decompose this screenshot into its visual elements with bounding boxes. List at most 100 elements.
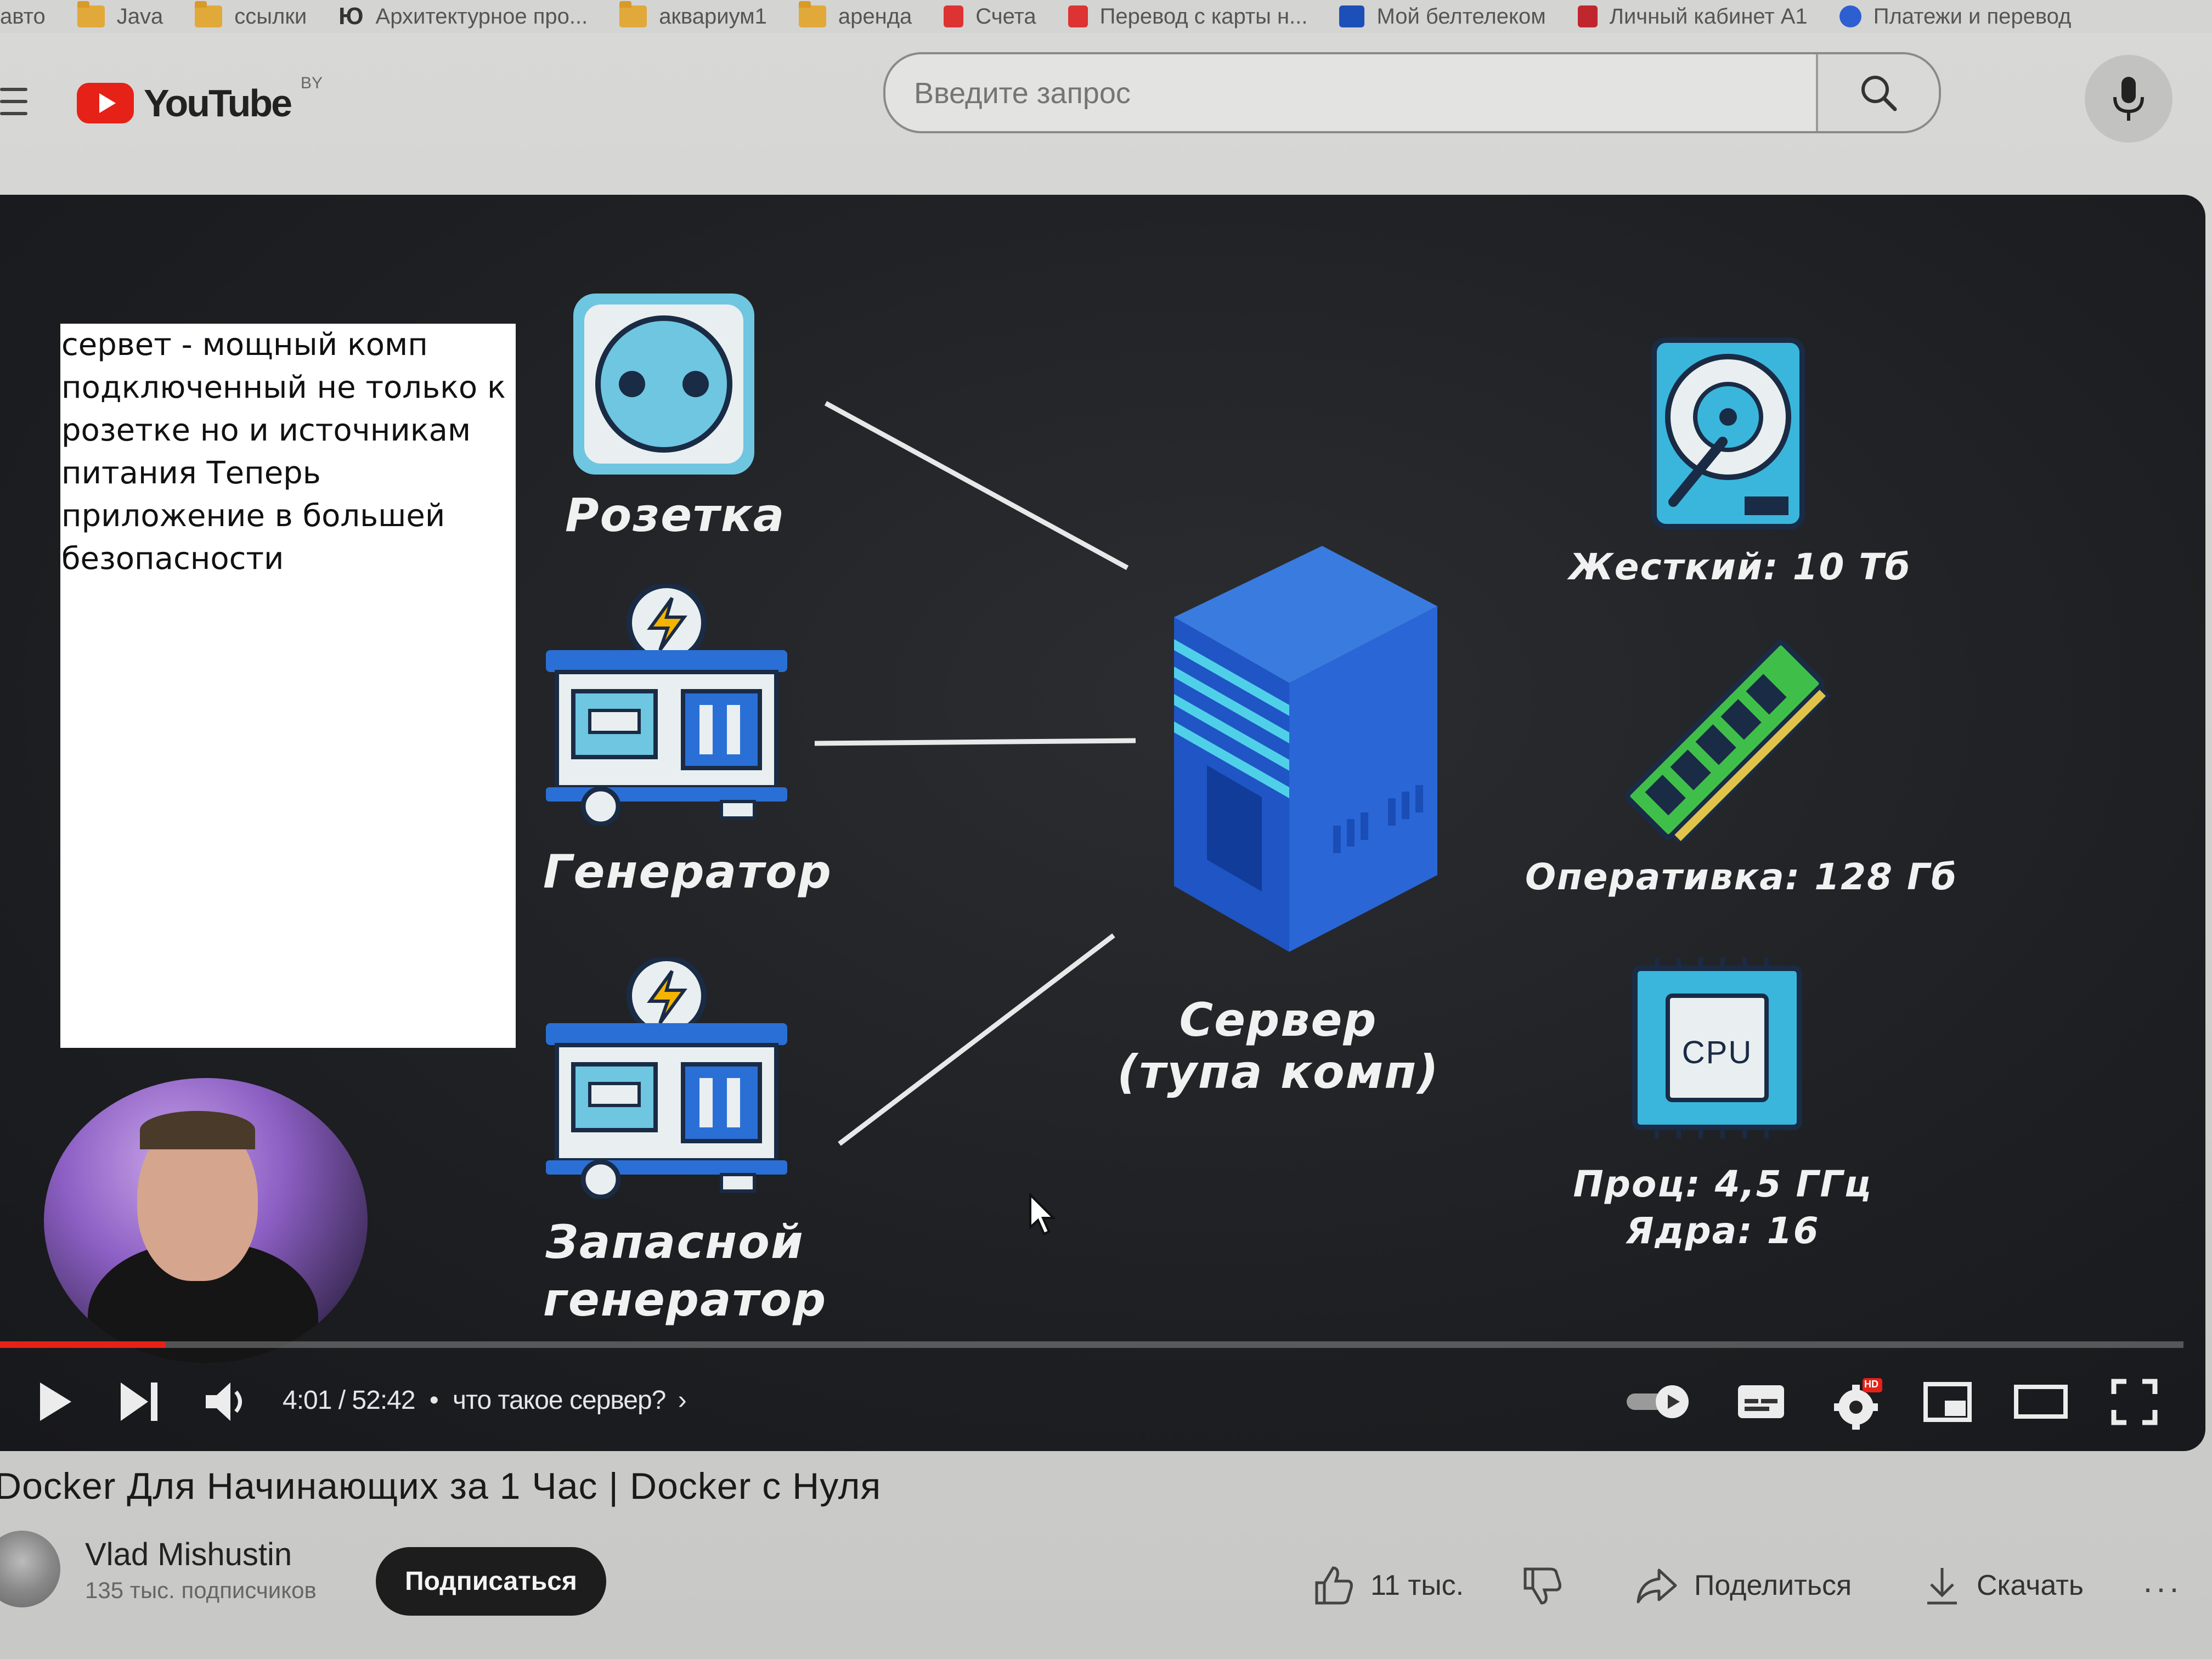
- backup-generator-label-line1: Запасной: [545, 1215, 804, 1269]
- channel-avatar[interactable]: [0, 1531, 60, 1607]
- bookmark-avto[interactable]: авто: [0, 4, 46, 29]
- a1-icon: [1577, 5, 1598, 27]
- download-icon: [1927, 1568, 1957, 1605]
- next-button[interactable]: [115, 1374, 165, 1429]
- progress-fill: [0, 1341, 166, 1348]
- bookmark-label: Архитектурное про...: [375, 4, 588, 29]
- menu-icon[interactable]: [0, 88, 27, 124]
- browser-page: авто Java ссылки Ю Архитектурное про... …: [0, 0, 2212, 1659]
- fullscreen-button[interactable]: [2107, 1374, 2162, 1429]
- bookmarks-bar: авто Java ссылки Ю Архитектурное про... …: [0, 0, 2212, 33]
- autoplay-toggle[interactable]: [1624, 1374, 1695, 1429]
- like-count: 11 тыс.: [1370, 1570, 1464, 1601]
- server-icon: [1174, 546, 1437, 952]
- search-button[interactable]: [1816, 54, 1939, 131]
- download-label: Скачать: [1977, 1570, 2084, 1601]
- pdf-icon: [944, 5, 964, 27]
- dislike-button[interactable]: [1520, 1553, 1564, 1618]
- cpu-label-line1: Проц: 4,5 ГГц: [1573, 1163, 1872, 1205]
- youtube-logo[interactable]: YouTube BY: [77, 74, 323, 125]
- more-actions-icon[interactable]: ···: [2142, 1569, 2182, 1607]
- search-box: [883, 52, 1941, 133]
- presenter-facecam: [44, 1078, 368, 1363]
- bookmark-ssylki[interactable]: ссылки: [195, 1, 307, 29]
- ram-memory-icon: [1624, 640, 1831, 842]
- bookmark-java[interactable]: Java: [77, 1, 163, 29]
- theater-mode-button[interactable]: [2011, 1374, 2071, 1429]
- bookmark-label: Личный кабинет A1: [1609, 4, 1808, 29]
- power-socket-icon: [573, 294, 754, 475]
- volume-icon: [206, 1383, 242, 1421]
- subscribe-button[interactable]: Подписаться: [376, 1547, 606, 1616]
- bookmark-label: Платежи и перевод: [1873, 4, 2072, 29]
- hd-badge: HD: [1864, 1379, 1878, 1390]
- bookmark-label: Счета: [975, 4, 1036, 29]
- bookmark-a1[interactable]: Личный кабинет A1: [1577, 4, 1808, 29]
- share-icon: [1637, 1568, 1677, 1604]
- bookmark-label: авто: [0, 4, 46, 29]
- bookmark-label: аквариум1: [659, 4, 767, 29]
- bookmark-architecture[interactable]: Ю Архитектурное про...: [338, 3, 588, 30]
- beltelecom-icon: [1339, 5, 1365, 27]
- play-icon: [40, 1383, 71, 1421]
- folder-icon: [619, 1, 647, 27]
- bookmark-scheta[interactable]: Счета: [944, 4, 1036, 29]
- subtitles-button[interactable]: [1734, 1374, 1788, 1429]
- channel-name[interactable]: Vlad Mishustin: [85, 1536, 292, 1573]
- bookmark-beltelecom[interactable]: Мой белтелеком: [1339, 4, 1546, 29]
- chevron-right-icon: ›: [678, 1386, 687, 1415]
- like-button[interactable]: 11 тыс.: [1311, 1553, 1464, 1618]
- bookmark-label: Перевод с карты н...: [1099, 4, 1308, 29]
- play-button[interactable]: [30, 1374, 80, 1429]
- video-player[interactable]: сервет - мощный комп подключенный не тол…: [0, 195, 2205, 1451]
- player-controls: 4:01 / 52:42 • что такое сервер? › HD: [0, 1374, 2205, 1440]
- bookmark-label: Java: [116, 4, 163, 29]
- ram-label: Оперативка: 128 Гб: [1525, 856, 1958, 898]
- server-label-line1: Сервер: [1179, 993, 1378, 1047]
- time-and-chapter[interactable]: 4:01 / 52:42 • что такое сервер? ›: [283, 1385, 687, 1415]
- progress-bar[interactable]: [0, 1341, 2183, 1348]
- time-display: 4:01 / 52:42: [283, 1386, 416, 1415]
- cpu-label-line2: Ядра: 16: [1626, 1210, 1820, 1252]
- folder-icon: [195, 1, 223, 27]
- subscriber-count: 135 тыс. подписчиков: [85, 1577, 317, 1603]
- yu-badge-icon: Ю: [338, 3, 364, 30]
- bookmark-payments[interactable]: Платежи и перевод: [1839, 4, 2072, 29]
- bookmark-aquarium[interactable]: аквариум1: [619, 1, 767, 29]
- fullscreen-icon: [2111, 1379, 2157, 1425]
- folder-icon: [77, 1, 105, 27]
- autoplay-toggle-icon: [1627, 1385, 1689, 1418]
- thumbs-up-icon: [1315, 1566, 1353, 1605]
- volume-button[interactable]: [200, 1374, 255, 1429]
- generator-icon: [546, 584, 787, 826]
- cpu-chip-text: CPU: [1681, 1035, 1753, 1070]
- chapter-title: что такое сервер?: [453, 1386, 666, 1415]
- search-icon: [1861, 76, 1897, 111]
- thumbs-down-icon: [1523, 1567, 1561, 1605]
- download-button[interactable]: Скачать: [1923, 1553, 2084, 1618]
- bookmark-label: аренда: [838, 4, 912, 29]
- settings-button[interactable]: HD: [1827, 1374, 1887, 1435]
- share-label: Поделиться: [1694, 1570, 1852, 1601]
- search-input[interactable]: [913, 54, 1683, 131]
- server-label-line2: (тупа комп): [1117, 1045, 1440, 1099]
- logo-region: BY: [301, 74, 323, 92]
- bookmark-perevod[interactable]: Перевод с карты н...: [1068, 4, 1308, 29]
- generator-label: Генератор: [543, 845, 832, 899]
- mouse-cursor-icon: [1029, 1193, 1056, 1235]
- youtube-play-logo-icon: [77, 83, 134, 123]
- share-button[interactable]: Поделиться: [1635, 1553, 1852, 1618]
- payments-icon: [1839, 5, 1861, 27]
- youtube-header: YouTube BY: [0, 38, 2212, 181]
- skip-next-icon: [121, 1383, 157, 1421]
- bookmark-arenda[interactable]: аренда: [798, 1, 912, 29]
- bookmark-label: Мой белтелеком: [1376, 4, 1546, 29]
- microphone-icon: [2113, 77, 2144, 121]
- miniplayer-icon: [1923, 1381, 1972, 1422]
- backup-generator-icon: [546, 957, 787, 1199]
- miniplayer-button[interactable]: [1920, 1374, 1975, 1429]
- theater-mode-icon: [2014, 1385, 2068, 1419]
- voice-search-button[interactable]: [2085, 55, 2172, 143]
- folder-icon: [798, 1, 826, 27]
- logo-text: YouTube: [144, 82, 292, 125]
